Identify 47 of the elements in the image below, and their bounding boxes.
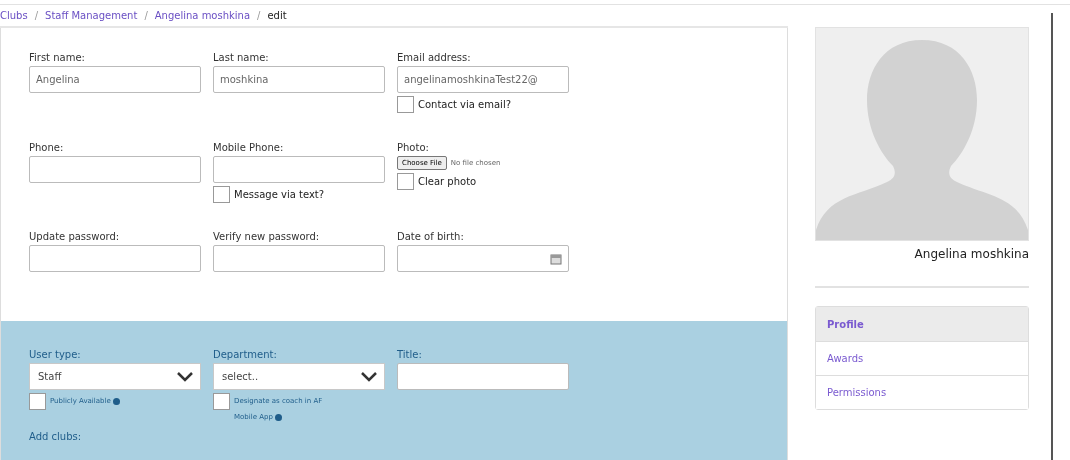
text-field[interactable] <box>213 155 385 183</box>
breadcrumb-separator: / <box>34 10 39 21</box>
date-field[interactable] <box>397 245 569 273</box>
current-page-label: edit <box>267 10 287 21</box>
chevron-icon <box>176 371 194 382</box>
breadcrumb-link[interactable]: Angelina moshkina <box>154 10 251 21</box>
checkbox[interactable] <box>29 393 46 410</box>
dropdown[interactable]: Staff <box>29 363 201 390</box>
breadcrumb-separator: / <box>144 10 148 21</box>
field-label: Department: <box>213 349 278 360</box>
field-label: Verify new password: <box>213 231 321 243</box>
checkbox-label: Clear photo <box>418 174 477 189</box>
field-label: Update password: <box>29 231 121 243</box>
checkbox[interactable] <box>213 185 230 203</box>
breadcrumb-link[interactable]: Staff Management <box>45 10 138 21</box>
breadcrumb-link[interactable]: Clubs <box>0 10 28 21</box>
breadcrumb-separator: / <box>257 10 261 21</box>
field-label: Email address: <box>397 52 472 63</box>
text-field[interactable] <box>29 155 201 183</box>
checkbox[interactable] <box>397 96 414 113</box>
menu-item[interactable]: Profile <box>816 307 1028 341</box>
field-label: First name: <box>29 52 86 63</box>
field-label: User type: <box>29 349 82 360</box>
profile-name: Angelina moshkina <box>913 247 1029 261</box>
info-icon[interactable] <box>274 413 282 421</box>
info-icon[interactable] <box>112 397 120 405</box>
text-field[interactable] <box>397 363 569 390</box>
calendar-icon[interactable] <box>550 252 562 265</box>
field-label: Last name: <box>213 52 270 63</box>
text-field[interactable]: angelinamoshkinaTest22@ <box>397 66 569 93</box>
checkbox[interactable] <box>397 172 414 190</box>
text-field[interactable]: moshkina <box>213 66 385 93</box>
field-label: Photo: <box>397 141 430 153</box>
checkbox[interactable] <box>213 393 230 410</box>
text-field[interactable]: Angelina <box>29 66 201 93</box>
checkbox-label: Contact via email? <box>418 98 511 112</box>
field-label: Date of birth: <box>397 231 465 243</box>
dropdown[interactable]: select.. <box>213 363 385 390</box>
text-field[interactable] <box>29 245 201 273</box>
text-field[interactable] <box>213 245 385 273</box>
field-label: Add clubs: <box>29 431 83 442</box>
field-label: Phone: <box>29 141 65 153</box>
menu-item[interactable]: Permissions <box>816 375 1028 409</box>
chevron-icon <box>360 371 378 382</box>
field-label: Mobile Phone: <box>213 141 285 153</box>
field-label: Title: <box>397 349 423 360</box>
checkbox-label: Message via text? <box>234 187 325 202</box>
